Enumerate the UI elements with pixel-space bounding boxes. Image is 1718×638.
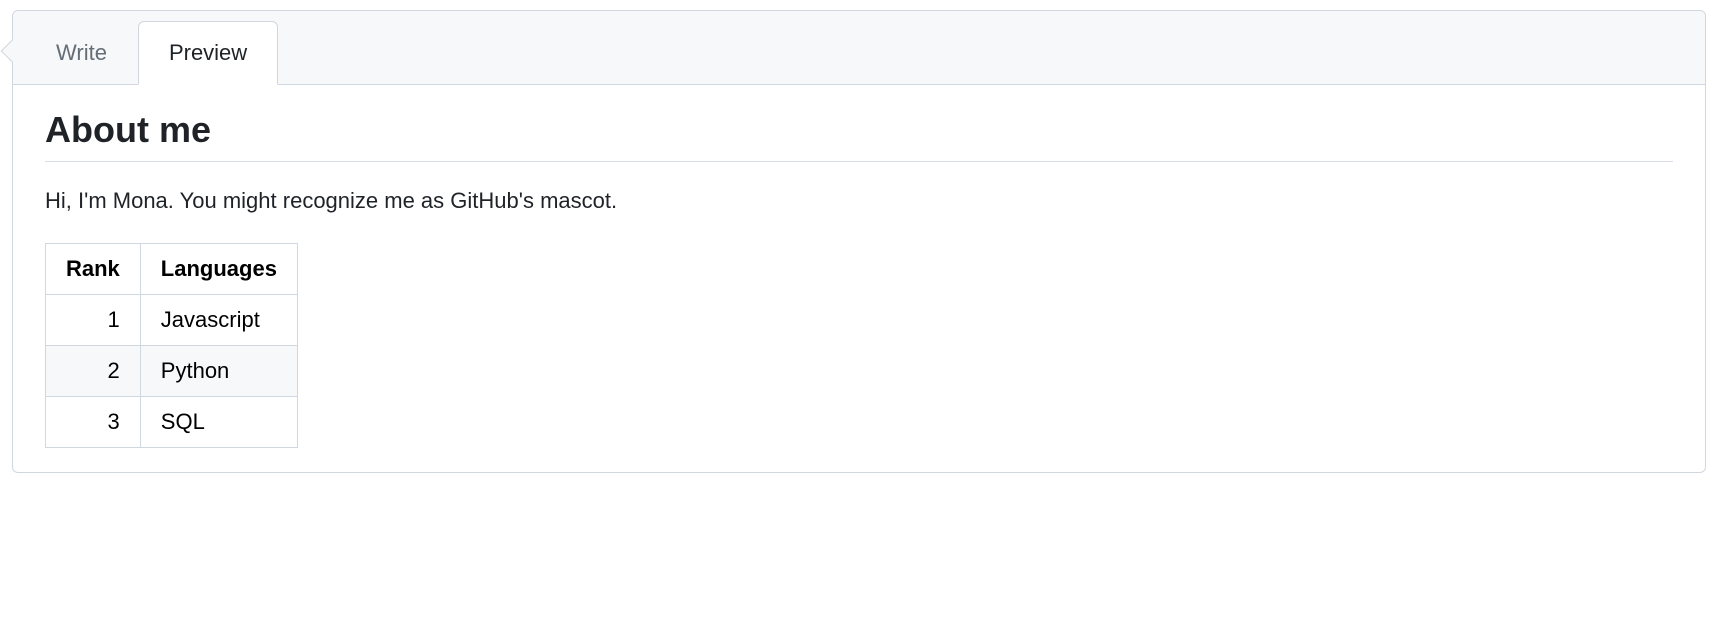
table-row: 3 SQL: [46, 397, 298, 448]
table-cell-rank: 3: [46, 397, 141, 448]
tab-preview[interactable]: Preview: [138, 21, 278, 85]
table-cell-language: Python: [140, 346, 297, 397]
preview-pane: About me Hi, I'm Mona. You might recogni…: [13, 85, 1705, 472]
page-title: About me: [45, 109, 1673, 162]
table-row: 2 Python: [46, 346, 298, 397]
table-cell-language: Javascript: [140, 295, 297, 346]
markdown-editor: Write Preview About me Hi, I'm Mona. You…: [12, 10, 1706, 473]
table-header-rank: Rank: [46, 244, 141, 295]
table-cell-language: SQL: [140, 397, 297, 448]
languages-table: Rank Languages 1 Javascript 2 Python 3 S…: [45, 243, 298, 448]
table-header-row: Rank Languages: [46, 244, 298, 295]
intro-paragraph: Hi, I'm Mona. You might recognize me as …: [45, 184, 1673, 217]
table-cell-rank: 1: [46, 295, 141, 346]
tab-write[interactable]: Write: [25, 21, 138, 85]
table-row: 1 Javascript: [46, 295, 298, 346]
table-cell-rank: 2: [46, 346, 141, 397]
table-header-languages: Languages: [140, 244, 297, 295]
tab-bar: Write Preview: [13, 11, 1705, 85]
